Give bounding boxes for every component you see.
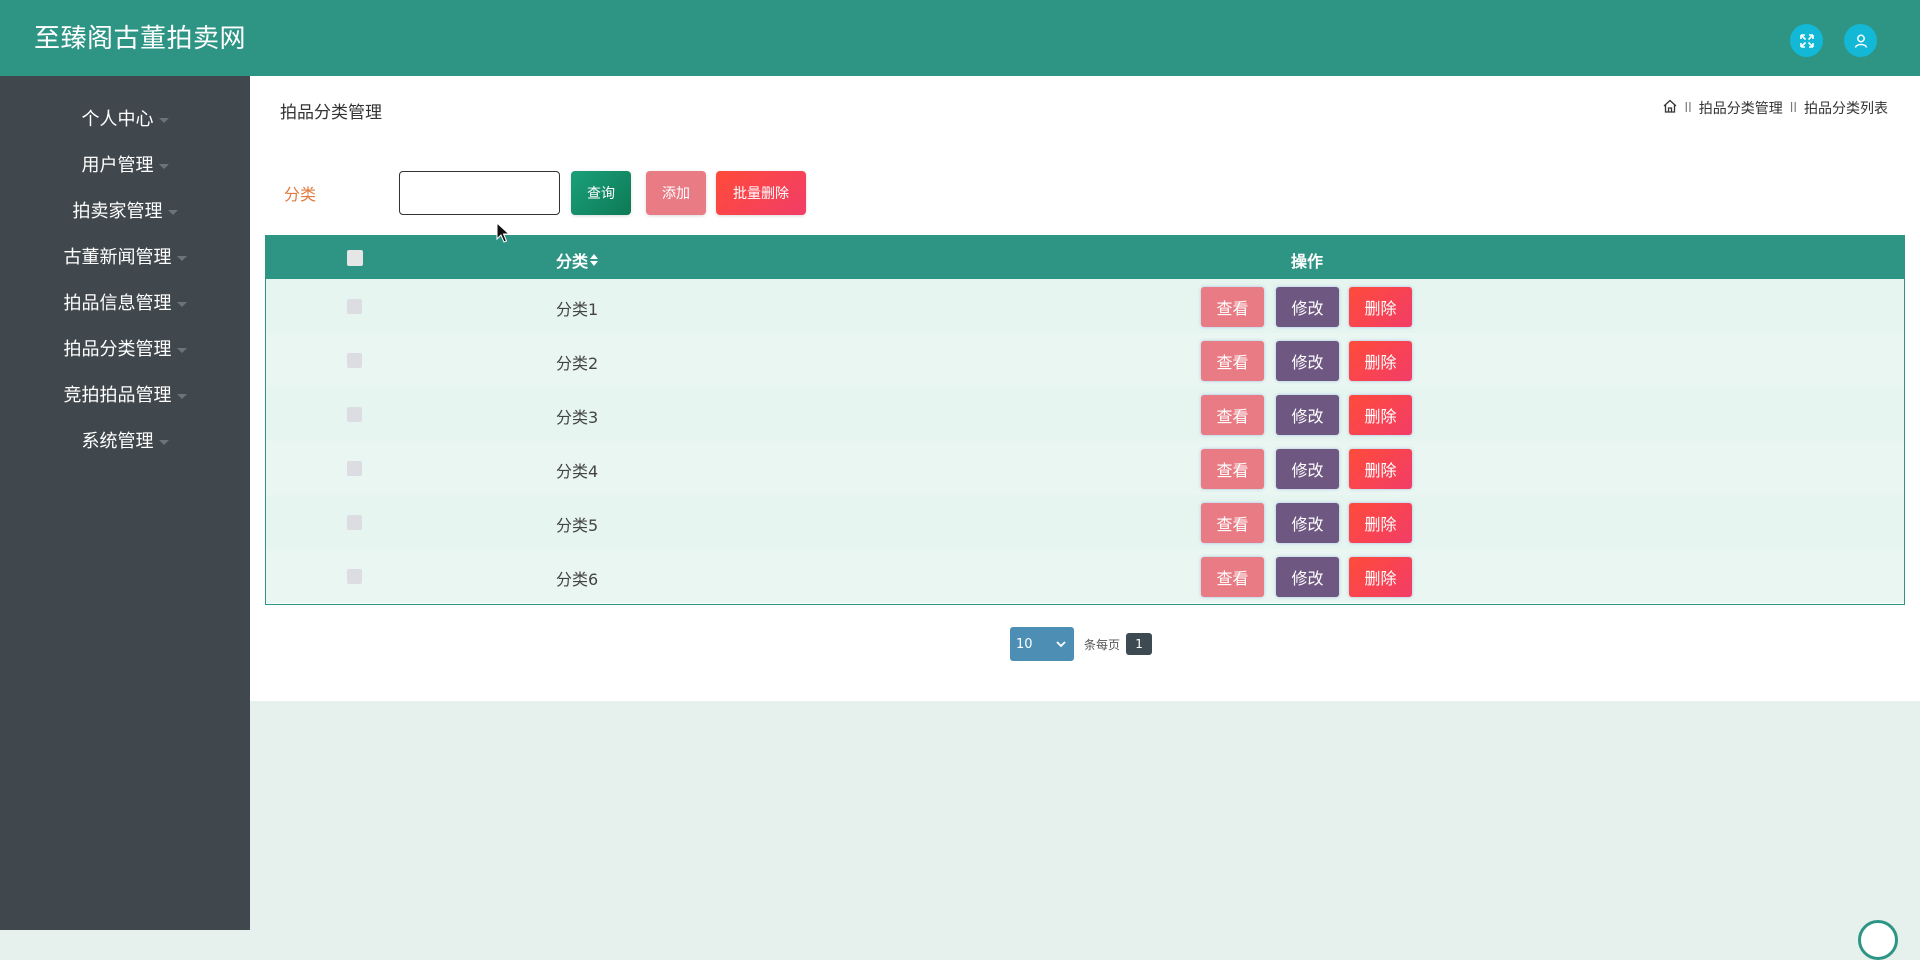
view-button[interactable]: 查看 [1201,557,1264,597]
column-header-category-label: 分类 [556,252,589,271]
category-name: 分类4 [556,462,599,481]
delete-button[interactable]: 删除 [1349,557,1412,597]
view-button[interactable]: 查看 [1201,341,1264,381]
table-row: 分类3 查看 修改 删除 [266,387,1904,441]
row-checkbox[interactable] [347,461,362,476]
content-panel: 拍品分类管理 ll 拍品分类管理 ll 拍品分类列表 分类 查询 添加 批量删除… [250,76,1920,701]
view-button[interactable]: 查看 [1201,503,1264,543]
caret-down-icon [176,301,187,307]
sort-icon [590,254,599,266]
batch-delete-button[interactable]: 批量删除 [716,171,806,215]
table-row: 分类5 查看 修改 删除 [266,495,1904,549]
caret-down-icon [158,117,169,123]
sidebar-item-label: 系统管理 [81,431,154,452]
breadcrumb-separator: ll [1684,100,1692,116]
per-page-text: 条每页 [1084,637,1121,652]
sidebar-item-label: 拍卖家管理 [72,201,163,222]
row-checkbox[interactable] [347,569,362,584]
delete-button[interactable]: 删除 [1349,287,1412,327]
category-name: 分类2 [556,354,599,373]
row-checkbox[interactable] [347,353,362,368]
sidebar-item-label: 竞拍拍品管理 [63,385,172,406]
caret-down-icon [158,163,169,169]
floating-circle-icon[interactable] [1858,920,1898,960]
column-header-operation: 操作 [1291,252,1324,271]
page-title: 拍品分类管理 [280,103,382,123]
sidebar-item-user-management[interactable]: 用户管理 [0,144,250,184]
caret-down-icon [176,255,187,261]
category-search-input[interactable] [399,171,560,215]
breadcrumb-item-category-list: 拍品分类列表 [1804,101,1888,117]
sidebar-item-label: 个人中心 [81,109,154,130]
sidebar-item-label: 古董新闻管理 [63,247,172,268]
category-name: 分类3 [556,408,599,427]
view-button[interactable]: 查看 [1201,287,1264,327]
breadcrumb-separator: ll [1789,100,1797,116]
sidebar-item-system-management[interactable]: 系统管理 [0,420,250,460]
app-title: 至臻阁古董拍卖网 [34,24,247,54]
edit-button[interactable]: 修改 [1276,395,1339,435]
caret-down-icon [176,393,187,399]
delete-button[interactable]: 删除 [1349,449,1412,489]
page-size-select[interactable]: 10 [1010,627,1074,661]
sidebar-item-lot-category-management[interactable]: 拍品分类管理 [0,328,250,368]
sidebar-item-bidding-lot-management[interactable]: 竞拍拍品管理 [0,374,250,414]
caret-down-icon [158,439,169,445]
sidebar-item-label: 用户管理 [81,155,154,176]
view-button[interactable]: 查看 [1201,449,1264,489]
fullscreen-icon[interactable] [1790,24,1823,57]
delete-button[interactable]: 删除 [1349,395,1412,435]
table-row: 分类2 查看 修改 删除 [266,333,1904,387]
chevron-down-icon [1056,641,1066,648]
view-button[interactable]: 查看 [1201,395,1264,435]
page-number-button[interactable]: 1 [1126,633,1153,655]
caret-down-icon [167,209,178,215]
sidebar-item-auctioneer-management[interactable]: 拍卖家管理 [0,190,250,230]
row-checkbox[interactable] [347,299,362,314]
sidebar-item-personal-center[interactable]: 个人中心 [0,98,250,138]
edit-button[interactable]: 修改 [1276,287,1339,327]
edit-button[interactable]: 修改 [1276,449,1339,489]
table-row: 分类4 查看 修改 删除 [266,441,1904,495]
select-all-checkbox[interactable] [347,250,363,266]
table-row: 分类6 查看 修改 删除 [266,549,1904,603]
pagination: 10 条每页 1 [1010,627,1153,661]
category-name: 分类5 [556,516,599,535]
sidebar: 个人中心 用户管理 拍卖家管理 古董新闻管理 拍品信息管理 拍品分类管理 竞拍拍… [0,76,250,930]
sidebar-item-lot-info-management[interactable]: 拍品信息管理 [0,282,250,322]
breadcrumb-item-category-management[interactable]: 拍品分类管理 [1699,98,1783,118]
edit-button[interactable]: 修改 [1276,503,1339,543]
edit-button[interactable]: 修改 [1276,557,1339,597]
caret-down-icon [176,347,187,353]
sidebar-item-label: 拍品分类管理 [63,339,172,360]
category-search-label: 分类 [284,185,317,204]
delete-button[interactable]: 删除 [1349,341,1412,381]
row-checkbox[interactable] [347,407,362,422]
edit-button[interactable]: 修改 [1276,341,1339,381]
column-header-category[interactable]: 分类 [556,248,599,272]
category-table: 分类 操作 分类1 查看 修改 删除 分类2 查看 修改 删除 分类3 查看 修 [265,235,1905,605]
sidebar-item-news-management[interactable]: 古董新闻管理 [0,236,250,276]
category-name: 分类1 [556,300,599,319]
query-button[interactable]: 查询 [571,171,631,215]
add-button[interactable]: 添加 [646,171,706,215]
category-name: 分类6 [556,570,599,589]
sidebar-item-label: 拍品信息管理 [63,293,172,314]
breadcrumb: ll 拍品分类管理 ll 拍品分类列表 [1662,98,1888,118]
table-row: 分类1 查看 修改 删除 [266,279,1904,333]
home-icon[interactable] [1662,98,1678,118]
table-header: 分类 操作 [266,236,1904,279]
delete-button[interactable]: 删除 [1349,503,1412,543]
top-bar: 至臻阁古董拍卖网 [0,0,1920,76]
row-checkbox[interactable] [347,515,362,530]
user-icon[interactable] [1844,24,1877,57]
page-size-value: 10 [1016,636,1033,652]
mouse-cursor-icon [496,221,511,248]
